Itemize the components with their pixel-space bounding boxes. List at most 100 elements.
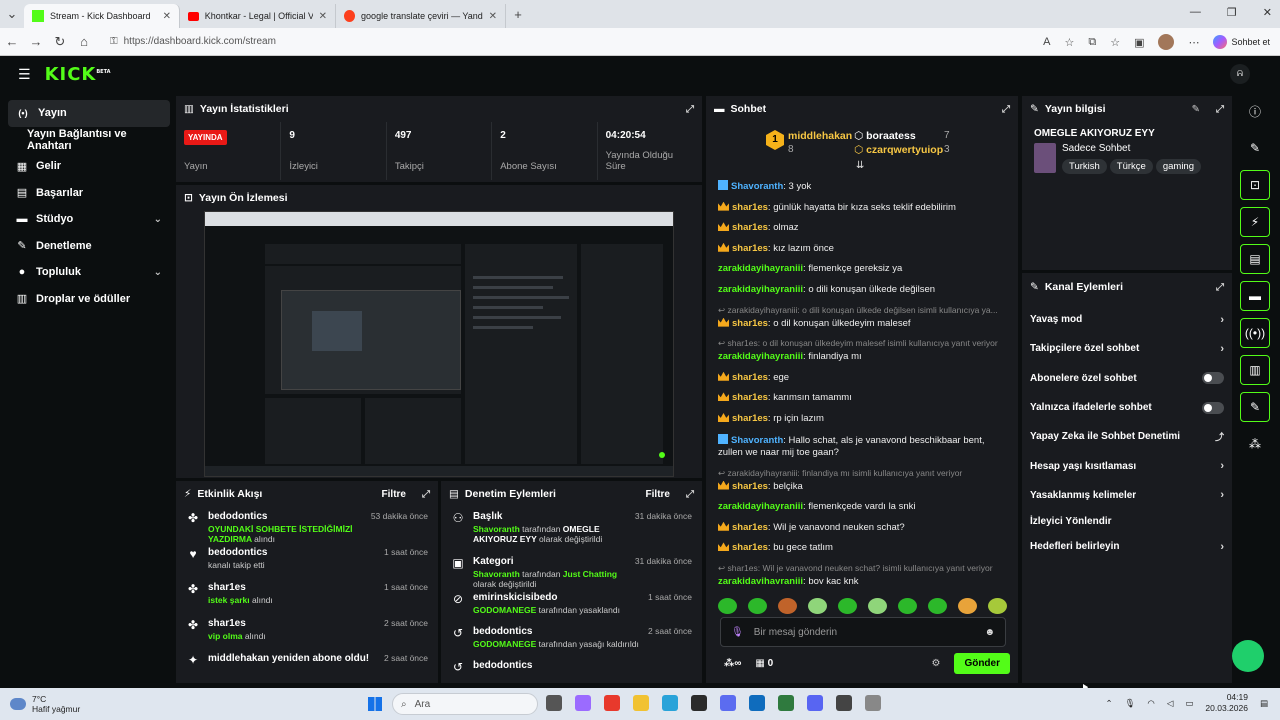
emote-icon[interactable]	[898, 598, 917, 614]
broadcast-toggle-icon[interactable]: ((•))	[1240, 318, 1270, 348]
expand-icon[interactable]: ⇊	[856, 160, 864, 171]
collections-icon[interactable]: ▣	[1134, 36, 1144, 49]
taskbar-search[interactable]: ⌕ Ara	[392, 693, 538, 715]
read-aloud-icon[interactable]: A	[1043, 36, 1050, 48]
pencil-icon[interactable]: ✎	[1240, 133, 1270, 163]
notification-icon[interactable]: ▤	[1260, 698, 1268, 709]
obs-icon[interactable]	[836, 695, 852, 711]
popout-icon[interactable]: ⤢	[1216, 104, 1224, 115]
action-slow-mode[interactable]: Yavaş mod ›	[1022, 305, 1232, 334]
settings-gear-icon[interactable]: ⚙	[931, 658, 940, 669]
sidebar-item-stream[interactable]: (•) Yayın	[8, 100, 170, 127]
app-icon[interactable]	[778, 695, 794, 711]
sidebar-item-drops[interactable]: ▥ Droplar ve ödüller	[8, 286, 170, 313]
emote-icon[interactable]	[988, 598, 1007, 614]
minimize-icon[interactable]: —	[1190, 6, 1201, 19]
chat-input[interactable]: 🎙 Bir mesaj gönderin ☻	[720, 617, 1006, 647]
list-toggle-icon[interactable]: ▤	[1240, 244, 1270, 274]
browser-app-icon[interactable]	[662, 695, 678, 711]
filter-button[interactable]: Filtre	[646, 489, 670, 500]
sidebar-item-moderation[interactable]: ✎ Denetleme	[8, 233, 170, 260]
emote-icon[interactable]	[808, 598, 827, 614]
emote-icon[interactable]	[838, 598, 857, 614]
extensions-icon[interactable]: ⧉	[1088, 36, 1096, 49]
copilot-app-icon[interactable]	[575, 695, 591, 711]
sidebar-item-achievements[interactable]: ▤ Başarılar	[8, 180, 170, 207]
emoji-icon[interactable]: ☻	[984, 627, 995, 638]
chat-toggle-icon[interactable]: ▬	[1240, 281, 1270, 311]
edge-icon[interactable]	[749, 695, 765, 711]
help-fab-button[interactable]	[1232, 640, 1264, 672]
infinity-points-icon[interactable]: ⁂∞	[724, 658, 741, 669]
send-button[interactable]: Gönder	[954, 652, 1010, 674]
subscribers-only-toggle[interactable]	[1202, 372, 1224, 385]
tab-youtube[interactable]: Khontkar - Legal | Official Video - ✕	[180, 4, 336, 28]
emote-icon[interactable]	[958, 598, 977, 614]
popout-icon[interactable]: ⤢	[1216, 282, 1224, 293]
top2-name[interactable]: ⬡ boraatess	[854, 130, 916, 142]
site-info-icon[interactable]: ⚿	[110, 36, 118, 47]
app-icon[interactable]	[691, 695, 707, 711]
tab-kick-dashboard[interactable]: Stream - Kick Dashboard ✕	[24, 4, 180, 28]
microphone-icon[interactable]: 🎙	[1125, 698, 1136, 709]
copilot-button[interactable]: Sohbet et	[1213, 35, 1270, 49]
edit-icon[interactable]: ✎	[1192, 104, 1200, 115]
action-followers-only[interactable]: Takipçilere özel sohbet ›	[1022, 334, 1232, 363]
stream-preview-video[interactable]	[204, 211, 674, 477]
weather-widget[interactable]: 7°C Hafif yağmur	[10, 694, 80, 714]
emote-icon[interactable]	[718, 598, 737, 614]
favorite-star-icon[interactable]: ☆	[1064, 36, 1074, 49]
emotes-only-toggle[interactable]	[1202, 401, 1224, 414]
category-thumbnail[interactable]	[1034, 143, 1056, 173]
volume-icon[interactable]: ◁	[1167, 698, 1174, 709]
points-icon[interactable]: ▦ 0	[755, 658, 773, 669]
discord-icon[interactable]	[807, 695, 823, 711]
battery-icon[interactable]: ▭	[1185, 698, 1193, 709]
clock[interactable]: 04:19 20.03.2026	[1205, 692, 1248, 714]
stats-toggle-icon[interactable]: ▥	[1240, 355, 1270, 385]
forward-icon[interactable]: →	[24, 34, 48, 49]
popout-icon[interactable]: ⤢	[422, 489, 430, 500]
emote-icon[interactable]	[778, 598, 797, 614]
refresh-icon[interactable]: ↻	[48, 34, 72, 50]
tab-yandex[interactable]: google translate çeviri — Yandex ✕	[336, 4, 506, 28]
emote-icon[interactable]	[928, 598, 947, 614]
top3-name[interactable]: ⬡ czarqwertyuiop	[854, 144, 943, 156]
task-view-icon[interactable]	[546, 695, 562, 711]
popout-icon[interactable]: ⤢	[686, 104, 694, 115]
app-icon[interactable]	[865, 695, 881, 711]
filter-button[interactable]: Filtre	[382, 489, 406, 500]
file-explorer-icon[interactable]	[633, 695, 649, 711]
emote-icon[interactable]	[748, 598, 767, 614]
tray-overflow-icon[interactable]: ⌃	[1106, 698, 1113, 709]
sidebar-item-community[interactable]: ● Topluluk ⌄	[8, 259, 170, 286]
kick-logo[interactable]: KICKBETA	[45, 64, 111, 85]
favorites-icon[interactable]: ☆	[1110, 36, 1120, 49]
info-icon[interactable]: ⓘ	[1240, 96, 1270, 126]
maximize-icon[interactable]: ❐	[1227, 6, 1237, 19]
category-name[interactable]: Sadece Sohbet	[1062, 143, 1204, 154]
menu-icon[interactable]: ☰	[18, 66, 31, 83]
app-icon[interactable]	[720, 695, 736, 711]
app-icon[interactable]	[604, 695, 620, 711]
popout-icon[interactable]: ⤢	[1002, 104, 1010, 115]
add-widget-icon[interactable]: ⁂	[1240, 429, 1270, 459]
top1-name[interactable]: middlehakan	[788, 130, 852, 142]
action-goals[interactable]: Hedefleri belirleyin ›	[1022, 532, 1232, 561]
tab-list-button[interactable]: ⌄	[0, 6, 24, 22]
emote-icon[interactable]	[868, 598, 887, 614]
close-tab-icon[interactable]: ✕	[319, 11, 327, 22]
close-window-icon[interactable]: ✕	[1263, 6, 1272, 19]
bolt-toggle-icon[interactable]: ⚡	[1240, 207, 1270, 237]
sidebar-item-revenue[interactable]: ▦ Gelir	[8, 153, 170, 180]
new-tab-button[interactable]: +	[506, 7, 530, 22]
close-tab-icon[interactable]: ✕	[163, 11, 171, 22]
more-menu-icon[interactable]: ⋯	[1188, 36, 1199, 49]
url-field[interactable]: ⚿ https://dashboard.kick.com/stream	[110, 36, 276, 47]
wrench-toggle-icon[interactable]: ✎	[1240, 392, 1270, 422]
microphone-icon[interactable]: 🎙	[731, 627, 744, 638]
profile-avatar[interactable]	[1158, 34, 1175, 50]
back-icon[interactable]: ←	[0, 34, 24, 49]
sidebar-item-studio[interactable]: ▬ Stüdyo ⌄	[8, 206, 170, 233]
preview-toggle-icon[interactable]: ⊡	[1240, 170, 1270, 200]
